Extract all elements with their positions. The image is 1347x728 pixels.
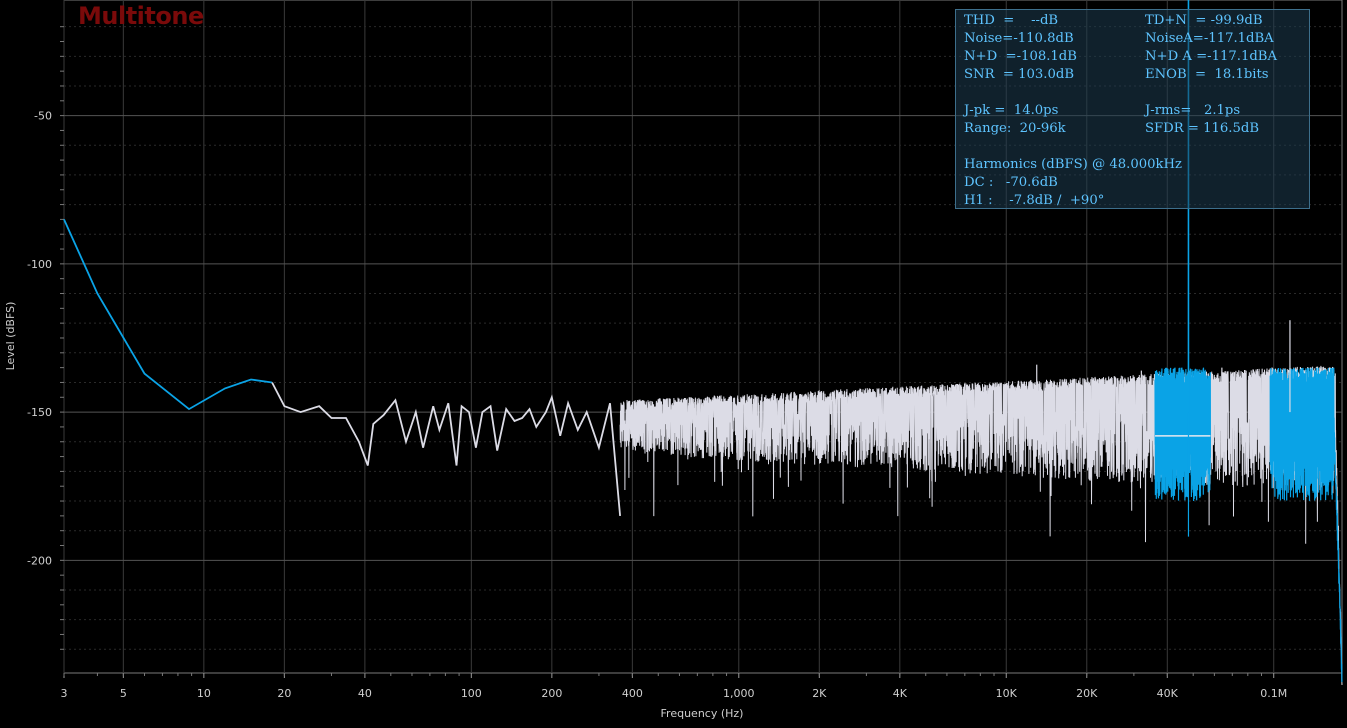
x-tick-label: 1,000	[723, 687, 755, 700]
x-axis-label: Frequency (Hz)	[661, 707, 744, 720]
stat-row	[964, 84, 1309, 102]
stat-right: SFDR = 116.5dB	[1145, 121, 1260, 136]
stat-left: THD = --dB	[964, 13, 1059, 28]
stat-row: Harmonics (dBFS) @ 48.000kHz	[964, 156, 1309, 174]
stat-left: Harmonics (dBFS) @ 48.000kHz	[964, 157, 1182, 172]
x-tick-label: 400	[622, 687, 643, 700]
x-tick-label: 40	[358, 687, 372, 700]
y-tick-label: -50	[34, 110, 52, 123]
x-tick-label: 2K	[812, 687, 827, 700]
x-tick-label: 0.1M	[1260, 687, 1287, 700]
stat-row: SNR = 103.0dB ENOB = 18.1bits	[964, 66, 1309, 84]
stat-row: Noise=-110.8dB NoiseA=-117.1dBA	[964, 30, 1309, 48]
x-tick-label: 40K	[1157, 687, 1179, 700]
chart-title: Multitone	[78, 2, 204, 30]
stat-row: Range: 20-96k SFDR = 116.5dB	[964, 120, 1309, 138]
spectrum-series	[271, 382, 621, 516]
stat-row: N+D =-108.1dB N+D A =-117.1dBA	[964, 48, 1309, 66]
x-tick-label: 5	[120, 687, 127, 700]
x-tick-label: 20	[277, 687, 291, 700]
measurement-panel: THD = --dB TD+N = -99.9dB Noise=-110.8dB No…	[955, 9, 1310, 209]
stat-left: Noise=-110.8dB	[964, 31, 1074, 46]
y-tick-label: -100	[27, 258, 52, 271]
stat-row: THD = --dB TD+N = -99.9dB	[964, 12, 1309, 30]
stat-right: J-rms= 2.1ps	[1145, 103, 1241, 118]
stat-left: J-pk = 14.0ps	[964, 103, 1059, 118]
stat-left: N+D =-108.1dB	[964, 49, 1077, 64]
x-tick-label: 200	[541, 687, 562, 700]
y-tick-label: -200	[27, 554, 52, 567]
stat-row: H1 : -7.8dB / +90°	[964, 192, 1309, 210]
stat-left: H1 : -7.8dB / +90°	[964, 193, 1105, 208]
x-tick-label: 20K	[1076, 687, 1098, 700]
stat-left: Range: 20-96k	[964, 121, 1066, 136]
stat-row: DC : -70.6dB	[964, 174, 1309, 192]
spectrum-series	[63, 219, 273, 411]
y-axis-label: Level (dBFS)	[4, 302, 17, 371]
noise-band	[1154, 367, 1211, 502]
noise-floor	[619, 365, 1343, 686]
x-tick-label: 4K	[893, 687, 908, 700]
stat-left: DC : -70.6dB	[964, 175, 1058, 190]
stat-right: ENOB = 18.1bits	[1145, 67, 1269, 82]
stat-row: J-pk = 14.0ps J-rms= 2.1ps	[964, 102, 1309, 120]
stat-right: NoiseA=-117.1dBA	[1145, 31, 1274, 46]
stat-right: TD+N = -99.9dB	[1145, 13, 1263, 28]
x-tick-label: 10	[197, 687, 211, 700]
stat-row	[964, 138, 1309, 156]
x-tick-label: 10K	[996, 687, 1018, 700]
x-tick-label: 3	[61, 687, 68, 700]
stat-right: N+D A =-117.1dBA	[1145, 49, 1277, 64]
stat-left: SNR = 103.0dB	[964, 67, 1075, 82]
y-tick-label: -150	[27, 406, 52, 419]
x-tick-label: 100	[461, 687, 482, 700]
